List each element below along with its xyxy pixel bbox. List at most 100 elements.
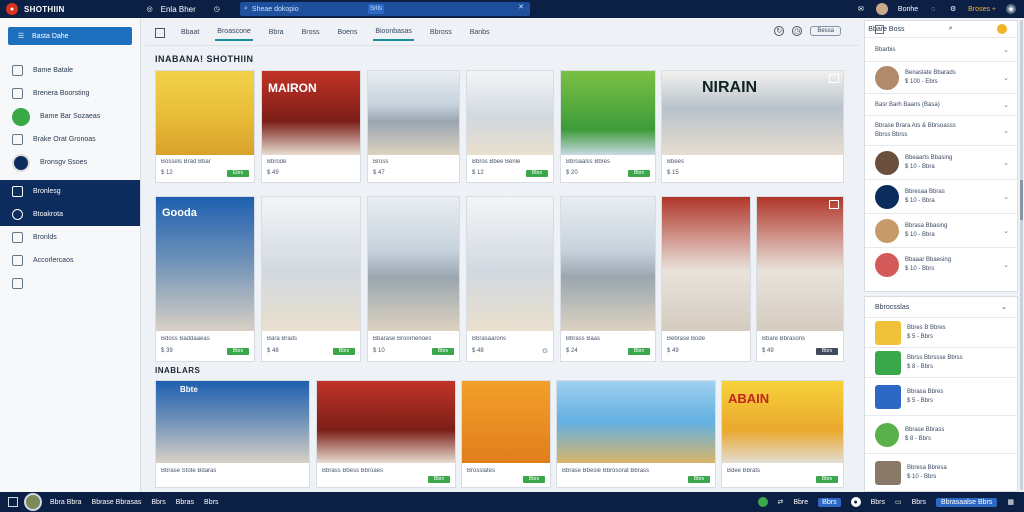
card-tag[interactable]: Bbrs xyxy=(432,348,454,355)
card-tag[interactable]: Bbrs xyxy=(227,348,249,355)
chevron-down-icon[interactable]: ⌄ xyxy=(1003,227,1009,235)
scrollbar-thumb[interactable] xyxy=(1020,180,1023,220)
search-bar[interactable]: ⌕ Sheae dokopio Srtls ✕ xyxy=(240,2,530,16)
profile-icon[interactable]: ◉ xyxy=(1006,4,1016,14)
card-tag[interactable]: Bbrs xyxy=(428,476,450,483)
folder-icon[interactable]: ▭ xyxy=(895,498,902,506)
list-item[interactable]: Bbrasa Bbasing $ 10 - Bbra ⌄ xyxy=(865,213,1017,247)
chevron-down-icon[interactable]: ⌄ xyxy=(1003,46,1009,54)
product-card[interactable]: Bbte Bbrase Stote Bdaras xyxy=(155,380,310,488)
chevron-down-icon[interactable]: ⌄ xyxy=(1001,303,1007,311)
notification-icon[interactable]: ✉ xyxy=(856,4,866,14)
sidebar-primary-button[interactable]: ☰ Basta Dahe xyxy=(8,27,132,45)
product-card[interactable]: Bbarase Broornenoes $ 10 Bbrs xyxy=(367,196,460,362)
close-icon[interactable]: ✕ xyxy=(518,3,524,11)
chevron-down-icon[interactable]: ⌄ xyxy=(1003,127,1009,135)
card-tag[interactable]: Ebrs xyxy=(227,170,249,177)
search-icon[interactable]: ⌕ xyxy=(949,25,953,33)
right-section-header[interactable]: Bbrocsslas ⌄ xyxy=(865,297,1017,317)
app-logo[interactable]: ● xyxy=(6,3,18,15)
product-card[interactable]: Bbrass Baas $ 24 Bbrs xyxy=(560,196,656,362)
product-card[interactable]: Bbare Bbrasons $ 49 Bbrs xyxy=(756,196,844,362)
product-card[interactable]: Bbrasaarons $ 48 ⊙ xyxy=(466,196,554,362)
list-item[interactable]: Bbrase Brara Ats & Bbrsoasss Bbrss Bbrss ⌄ xyxy=(865,115,1017,145)
product-card[interactable]: Brosslates Bbrs xyxy=(461,380,551,488)
globe-icon[interactable]: ◎ xyxy=(145,4,155,14)
more-icon[interactable]: ⊙ xyxy=(542,347,548,355)
sidebar-item-2[interactable]: Bame Bar Sozaeas xyxy=(0,105,140,128)
product-card[interactable]: Bross $ 47 xyxy=(367,70,460,183)
product-card[interactable]: MAIRON Bbrode $ 49 xyxy=(261,70,361,183)
chevron-down-icon[interactable]: ⌄ xyxy=(1003,193,1009,201)
list-item[interactable]: Bbrasa Bbres $ 5 - Bbrs xyxy=(865,377,1017,415)
list-item[interactable]: Bbrss Bbrssse Bbrss $ 8 - Bbrs xyxy=(865,347,1017,377)
card-tag[interactable]: Bbrs xyxy=(333,348,355,355)
coin-icon[interactable] xyxy=(997,24,1007,34)
sidebar-item-8[interactable]: Accorlercaos xyxy=(0,249,140,272)
scrollbar[interactable] xyxy=(1020,20,1023,490)
list-item[interactable]: Bbresaa Bbras $ 10 - Bbra ⌄ xyxy=(865,179,1017,213)
action-link[interactable]: Broses + xyxy=(968,6,996,13)
expand-icon[interactable] xyxy=(829,74,839,83)
tab-4[interactable]: Boens xyxy=(335,25,359,40)
avatar[interactable] xyxy=(24,493,42,511)
search-input[interactable]: Sheae dokopio xyxy=(252,6,299,13)
product-card[interactable]: ABAIN Bdee Bbrats Bbrs xyxy=(721,380,844,488)
share-icon[interactable]: ⇄ xyxy=(778,498,784,506)
sidebar-item-0[interactable]: Bame Batale xyxy=(0,59,140,82)
card-tag[interactable]: Bbrs xyxy=(523,476,545,483)
expand-icon[interactable] xyxy=(829,200,839,209)
bottom-right-item[interactable]: Bbrs xyxy=(912,499,926,506)
list-item[interactable]: Basr Barh Baans (Basa) ⌄ xyxy=(865,93,1017,115)
list-item[interactable]: Benaslate Bbarads $ 100 - Ebrs ⌄ xyxy=(865,61,1017,93)
tab-7[interactable]: Banbs xyxy=(468,25,492,40)
product-card[interactable]: Gooda Bdoss Baddaaeas $ 39 Bbrs xyxy=(155,196,255,362)
status-icon[interactable] xyxy=(757,497,768,507)
bottom-right-item[interactable]: Bbrs xyxy=(871,499,885,506)
chevron-down-icon[interactable]: ⌄ xyxy=(1003,159,1009,167)
settings-icon[interactable]: ⚙ xyxy=(948,4,958,14)
bottom-nav-item[interactable]: Bbrs xyxy=(151,499,165,506)
list-item[interactable]: Bbaaar Bbaesing $ 10 - Bbrs ⌄ xyxy=(865,247,1017,281)
bottom-nav-item[interactable]: Bbrase Bbrasas xyxy=(92,499,142,506)
info-icon[interactable]: ● xyxy=(850,497,861,507)
search-button[interactable]: Srtls xyxy=(368,4,384,14)
refresh-icon[interactable]: ↻ xyxy=(774,26,785,36)
product-card[interactable]: Bebrase Bode $ 49 xyxy=(661,196,751,362)
grid-icon[interactable]: ▦ xyxy=(1007,498,1014,506)
card-tag[interactable]: Bbrs xyxy=(816,348,838,355)
sidebar-item-4[interactable]: Bronsgv Ssoes xyxy=(0,151,140,174)
tab-1[interactable]: Broascone xyxy=(215,24,253,41)
chat-icon[interactable]: ◌ xyxy=(928,4,938,14)
chevron-down-icon[interactable]: ⌄ xyxy=(1003,74,1009,82)
sidebar-item-5[interactable]: Bronlesg xyxy=(0,180,140,203)
bottom-nav-item[interactable]: Bbra Bbra xyxy=(50,499,82,506)
list-item[interactable]: Bbrase Bbrass $ 8 - Bbrs xyxy=(865,415,1017,453)
card-tag[interactable]: Bbrs xyxy=(628,348,650,355)
list-item[interactable]: Bbresa Bbresa $ 10 - Bbrs xyxy=(865,453,1017,491)
product-card[interactable]: Bbroaalss Bbres $ 20 Bbrs xyxy=(560,70,656,183)
list-item[interactable]: Bbeaarts Bbasing $ 10 - Bbra ⌄ xyxy=(865,145,1017,179)
sidebar-item-7[interactable]: Bronlds xyxy=(0,226,140,249)
tab-6[interactable]: Bbross xyxy=(428,25,454,40)
card-tag[interactable]: Bbrs xyxy=(816,476,838,483)
menu-icon[interactable] xyxy=(8,497,18,507)
list-item[interactable]: Bbres B Bbres $ 5 - Bbrs xyxy=(865,317,1017,347)
bottom-tag[interactable]: Bbrasaalse Bbrs xyxy=(936,497,998,507)
product-card[interactable]: Bbrass Bbess Bbroaes Bbrs xyxy=(316,380,456,488)
right-section-header[interactable]: Bbarbis ⌄ xyxy=(865,37,1017,61)
grid-view-icon[interactable] xyxy=(155,27,165,38)
product-card[interactable]: Bossels Brad Bbar $ 12 Ebrs xyxy=(155,70,255,183)
sidebar-item-3[interactable]: Brake Orat Gronoas xyxy=(0,128,140,151)
sidebar-item-1[interactable]: Brenera Boorsting xyxy=(0,82,140,105)
avatar[interactable] xyxy=(875,3,888,15)
product-card[interactable]: Bbrase Bbesle Bbrosorat Bbrass Bbrs xyxy=(556,380,716,488)
history-icon[interactable]: ◷ xyxy=(792,26,803,36)
tab-3[interactable]: Bross xyxy=(300,25,322,40)
sidebar-item-6[interactable]: Btoakrota xyxy=(0,203,140,226)
tab-0[interactable]: Bbaat xyxy=(179,25,201,40)
chevron-down-icon[interactable]: ⌄ xyxy=(1003,261,1009,269)
product-card[interactable]: NIRAIN Bbees $ 15 xyxy=(661,70,844,183)
product-card[interactable]: Bbros Bbee Benle $ 12 Bbrs xyxy=(466,70,554,183)
chevron-down-icon[interactable]: ⌄ xyxy=(1003,101,1009,109)
